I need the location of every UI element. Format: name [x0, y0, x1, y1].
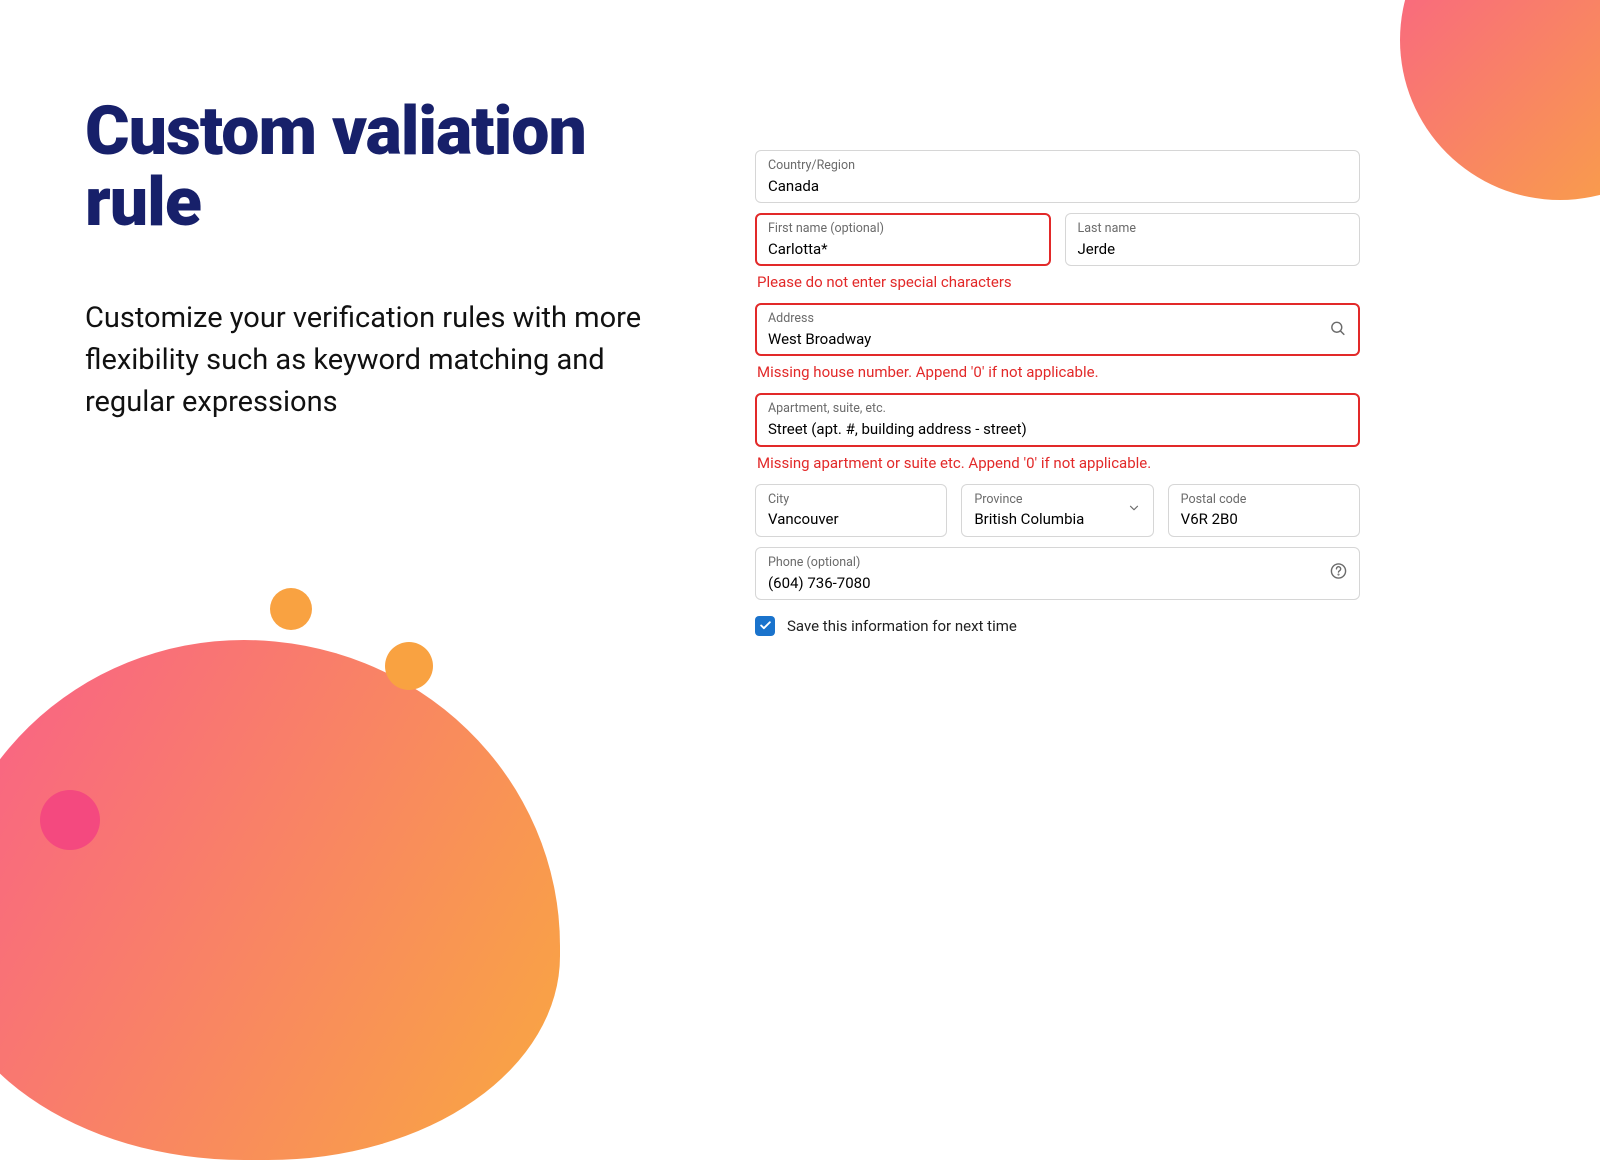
chevron-down-icon [1127, 501, 1141, 519]
phone-label: Phone (optional) [768, 555, 1347, 572]
last-name-value: Jerde [1078, 239, 1348, 259]
country-value: Canada [768, 176, 1347, 196]
last-name-label: Last name [1078, 221, 1348, 238]
postal-label: Postal code [1181, 492, 1347, 509]
country-label: Country/Region [768, 158, 1347, 175]
save-info-label: Save this information for next time [787, 617, 1017, 635]
postal-value: V6R 2B0 [1181, 509, 1347, 529]
address-error: Missing house number. Append '0' if not … [757, 363, 1360, 381]
apartment-field[interactable]: Apartment, suite, etc. Street (apt. #, b… [755, 393, 1360, 446]
first-name-value: Carlotta* [768, 239, 1038, 259]
city-field[interactable]: City Vancouver [755, 484, 947, 537]
help-icon[interactable] [1330, 563, 1347, 584]
page-subtitle: Customize your verification rules with m… [85, 297, 685, 423]
address-field[interactable]: Address West Broadway [755, 303, 1360, 356]
address-form: Country/Region Canada First name (option… [755, 150, 1360, 636]
phone-field[interactable]: Phone (optional) (604) 736-7080 [755, 547, 1360, 600]
apartment-value: Street (apt. #, building address - stree… [768, 419, 1347, 439]
first-name-error: Please do not enter special characters [757, 273, 1360, 291]
page-title: Custom valiation rule [85, 96, 685, 239]
save-info-checkbox[interactable] [755, 616, 775, 636]
address-value: West Broadway [768, 329, 1347, 349]
city-label: City [768, 492, 934, 509]
first-name-label: First name (optional) [768, 221, 1038, 238]
first-name-field[interactable]: First name (optional) Carlotta* [755, 213, 1051, 266]
apartment-error: Missing apartment or suite etc. Append '… [757, 454, 1360, 472]
province-value: British Columbia [974, 509, 1140, 529]
postal-field[interactable]: Postal code V6R 2B0 [1168, 484, 1360, 537]
decoration-bottom-left [0, 640, 560, 1160]
last-name-field[interactable]: Last name Jerde [1065, 213, 1361, 266]
decoration-top-right [1400, 0, 1600, 200]
decoration-dot [385, 642, 433, 690]
phone-value: (604) 736-7080 [768, 573, 1347, 593]
province-field[interactable]: Province British Columbia [961, 484, 1153, 537]
address-label: Address [768, 311, 1347, 328]
city-value: Vancouver [768, 509, 934, 529]
search-icon [1329, 319, 1346, 340]
province-label: Province [974, 492, 1140, 509]
apartment-label: Apartment, suite, etc. [768, 401, 1347, 418]
decoration-dot [270, 588, 312, 630]
country-field[interactable]: Country/Region Canada [755, 150, 1360, 203]
decoration-dot [40, 790, 100, 850]
